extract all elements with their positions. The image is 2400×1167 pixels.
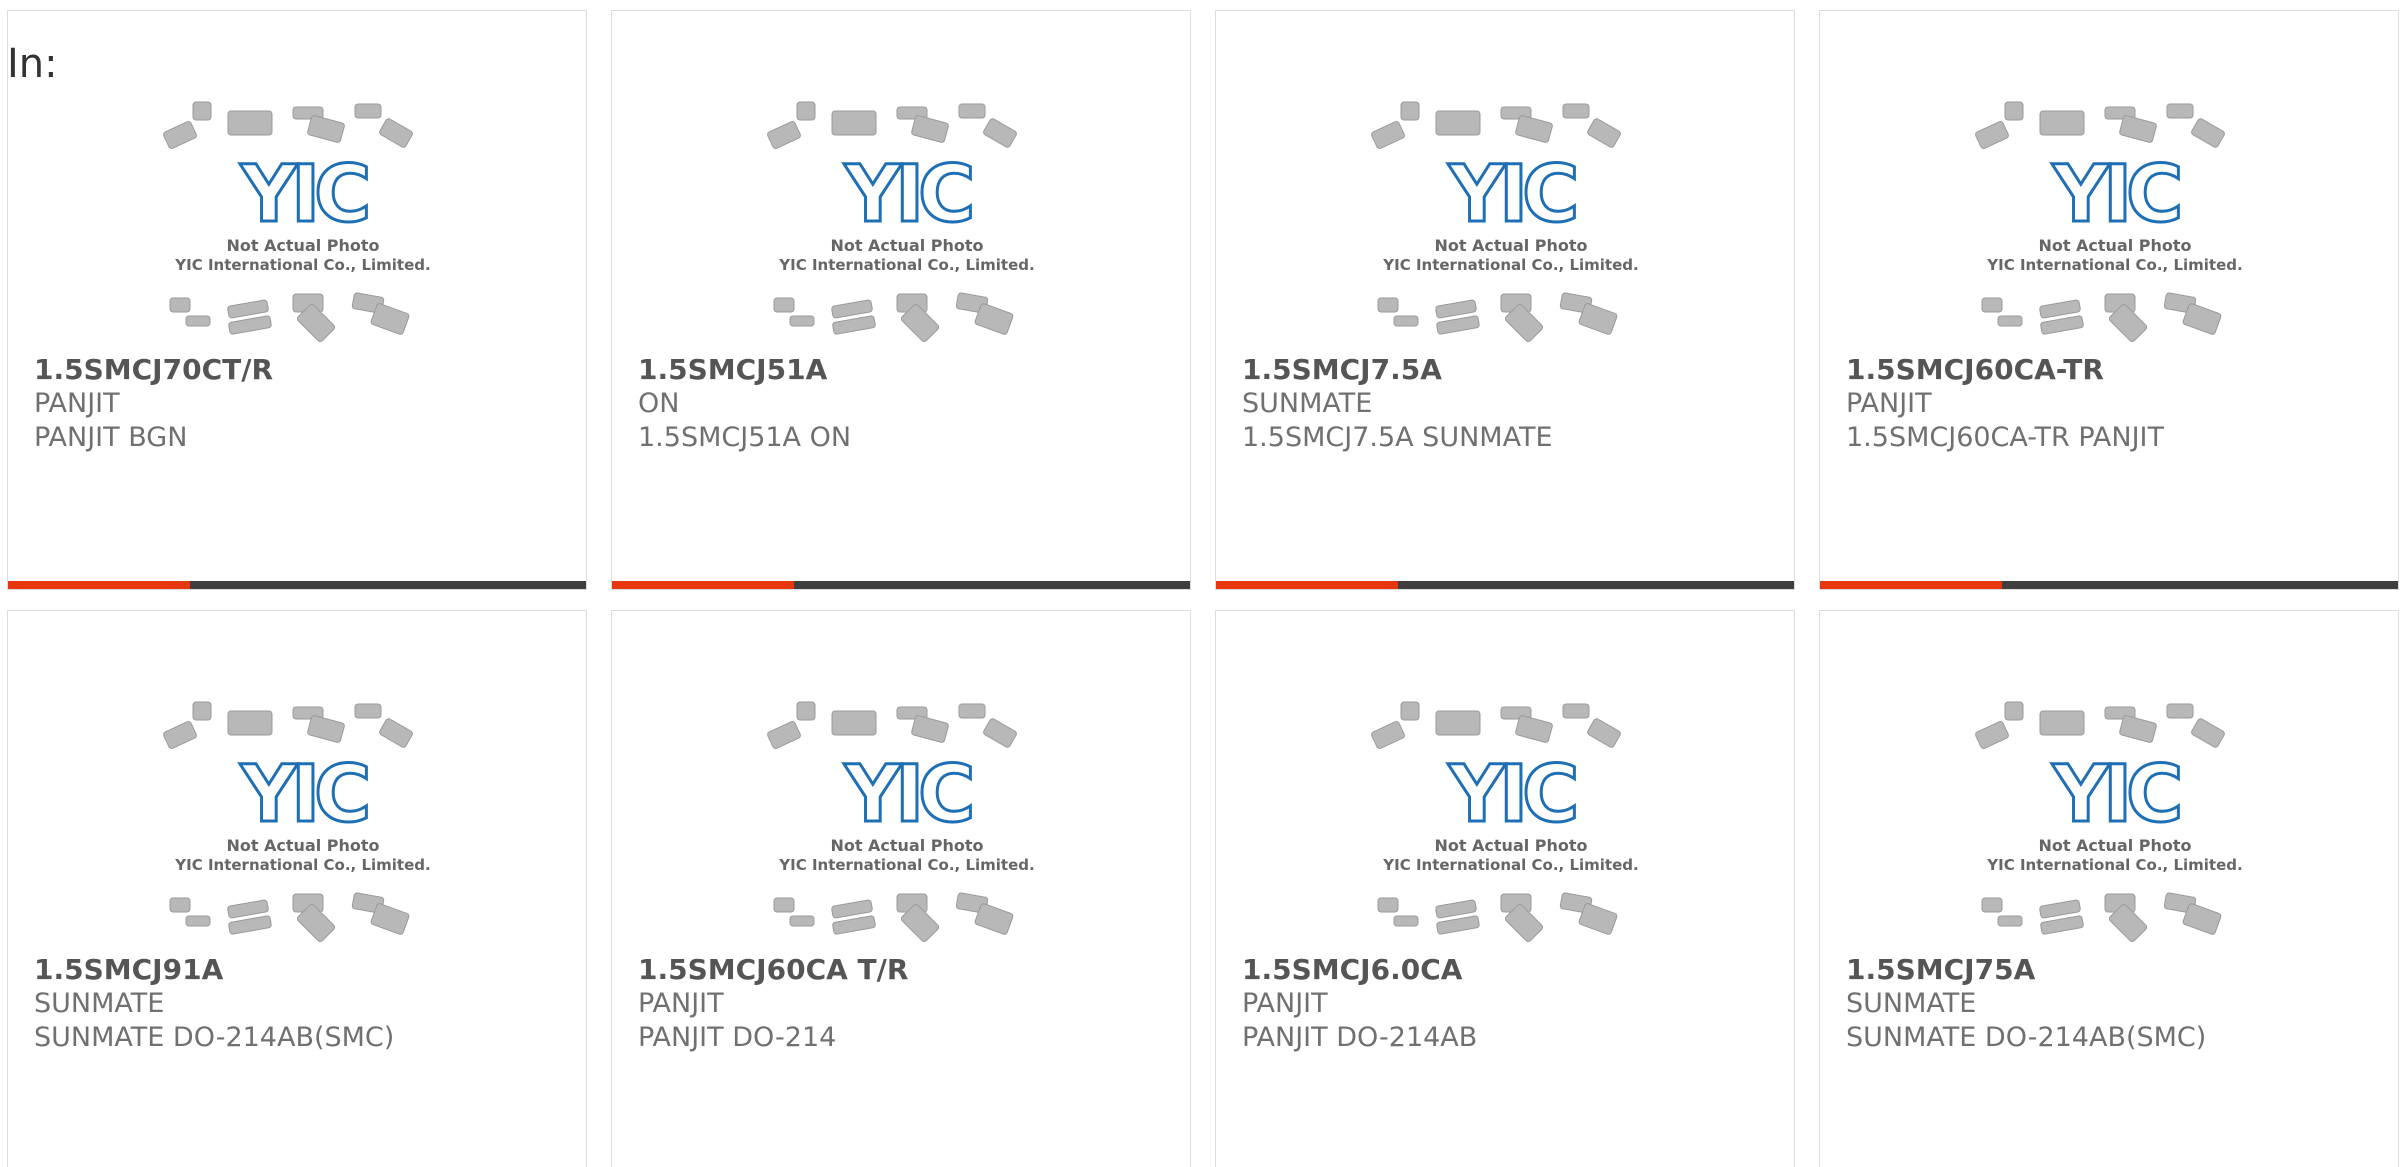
placeholder-photo: YIC Not Actual Photo YIC International Co.… bbox=[158, 699, 448, 947]
company-label: YIC International Co., Limited. bbox=[1986, 856, 2242, 874]
part-number[interactable]: 1.5SMCJ60CA-TR bbox=[1846, 353, 2104, 387]
product-card[interactable]: YIC Not Actual Photo YIC International Co.… bbox=[611, 610, 1191, 1167]
placeholder-photo: YIC Not Actual Photo YIC International Co.… bbox=[1366, 99, 1656, 347]
not-actual-photo-label: Not Actual Photo bbox=[830, 836, 983, 855]
company-label: YIC International Co., Limited. bbox=[174, 256, 430, 274]
yic-logo: YIC bbox=[844, 750, 972, 840]
description: 1.5SMCJ60CA-TR PANJIT bbox=[1846, 422, 2165, 453]
manufacturer: PANJIT bbox=[1846, 388, 1932, 419]
part-number[interactable]: 1.5SMCJ70CT/R bbox=[34, 353, 273, 387]
card-bottom-bar bbox=[1216, 581, 1794, 589]
not-actual-photo-label: Not Actual Photo bbox=[830, 236, 983, 255]
manufacturer: PANJIT bbox=[638, 988, 724, 1019]
part-number[interactable]: 1.5SMCJ91A bbox=[34, 953, 223, 987]
not-actual-photo-label: Not Actual Photo bbox=[226, 236, 379, 255]
description: PANJIT DO-214 bbox=[638, 1022, 837, 1053]
part-number[interactable]: 1.5SMCJ60CA T/R bbox=[638, 953, 908, 987]
card-bottom-bar bbox=[8, 581, 586, 589]
yic-logo: YIC bbox=[844, 150, 972, 240]
yic-logo: YIC bbox=[2052, 750, 2180, 840]
product-card[interactable]: YIC Not Actual Photo YIC International Co.… bbox=[1819, 10, 2399, 590]
not-actual-photo-label: Not Actual Photo bbox=[226, 836, 379, 855]
not-actual-photo-label: Not Actual Photo bbox=[2038, 836, 2191, 855]
part-number[interactable]: 1.5SMCJ51A bbox=[638, 353, 827, 387]
placeholder-photo: YIC Not Actual Photo YIC International Co.… bbox=[762, 699, 1052, 947]
description: SUNMATE DO-214AB(SMC) bbox=[1846, 1022, 2207, 1053]
yic-logo: YIC bbox=[2052, 150, 2180, 240]
company-label: YIC International Co., Limited. bbox=[778, 856, 1034, 874]
not-actual-photo-label: Not Actual Photo bbox=[2038, 236, 2191, 255]
part-number[interactable]: 1.5SMCJ6.0CA bbox=[1242, 953, 1462, 987]
product-card[interactable]: YIC Not Actual Photo YIC International Co.… bbox=[7, 10, 587, 590]
manufacturer: ON bbox=[638, 388, 680, 419]
not-actual-photo-label: Not Actual Photo bbox=[1434, 836, 1587, 855]
description: SUNMATE DO-214AB(SMC) bbox=[34, 1022, 395, 1053]
yic-logo: YIC bbox=[240, 150, 368, 240]
placeholder-photo: YIC Not Actual Photo YIC International Co.… bbox=[158, 99, 448, 347]
manufacturer: PANJIT bbox=[34, 388, 120, 419]
yic-logo: YIC bbox=[1448, 150, 1576, 240]
manufacturer: PANJIT bbox=[1242, 988, 1328, 1019]
manufacturer: SUNMATE bbox=[1242, 388, 1373, 419]
placeholder-photo: YIC Not Actual Photo YIC International Co.… bbox=[1970, 699, 2260, 947]
description: 1.5SMCJ7.5A SUNMATE bbox=[1242, 422, 1553, 453]
company-label: YIC International Co., Limited. bbox=[1382, 856, 1638, 874]
not-actual-photo-label: Not Actual Photo bbox=[1434, 236, 1587, 255]
yic-logo: YIC bbox=[1448, 750, 1576, 840]
placeholder-photo: YIC Not Actual Photo YIC International Co.… bbox=[1366, 699, 1656, 947]
placeholder-photo: YIC Not Actual Photo YIC International Co.… bbox=[762, 99, 1052, 347]
product-card[interactable]: YIC Not Actual Photo YIC International Co.… bbox=[1215, 610, 1795, 1167]
description: PANJIT BGN bbox=[34, 422, 188, 453]
manufacturer: SUNMATE bbox=[1846, 988, 1977, 1019]
part-number[interactable]: 1.5SMCJ75A bbox=[1846, 953, 2035, 987]
manufacturer: SUNMATE bbox=[34, 988, 165, 1019]
placeholder-photo: YIC Not Actual Photo YIC International Co.… bbox=[1970, 99, 2260, 347]
yic-logo: YIC bbox=[240, 750, 368, 840]
product-card[interactable]: YIC Not Actual Photo YIC International Co.… bbox=[7, 610, 587, 1167]
product-card[interactable]: YIC Not Actual Photo YIC International Co.… bbox=[611, 10, 1191, 590]
company-label: YIC International Co., Limited. bbox=[1986, 256, 2242, 274]
product-card[interactable]: YIC Not Actual Photo YIC International Co.… bbox=[1215, 10, 1795, 590]
description: 1.5SMCJ51A ON bbox=[638, 422, 852, 453]
in-label: In: bbox=[7, 41, 58, 87]
company-label: YIC International Co., Limited. bbox=[778, 256, 1034, 274]
company-label: YIC International Co., Limited. bbox=[174, 856, 430, 874]
card-bottom-bar bbox=[1820, 581, 2398, 589]
description: PANJIT DO-214AB bbox=[1242, 1022, 1478, 1053]
product-card[interactable]: YIC Not Actual Photo YIC International Co.… bbox=[1819, 610, 2399, 1167]
company-label: YIC International Co., Limited. bbox=[1382, 256, 1638, 274]
product-grid: YIC Not Actual Photo YIC International Co.… bbox=[7, 10, 2399, 1167]
part-number[interactable]: 1.5SMCJ7.5A bbox=[1242, 353, 1442, 387]
product-results-page: In: YIC Not Actual Photo YIC International… bbox=[0, 0, 2400, 1167]
card-bottom-bar bbox=[612, 581, 1190, 589]
